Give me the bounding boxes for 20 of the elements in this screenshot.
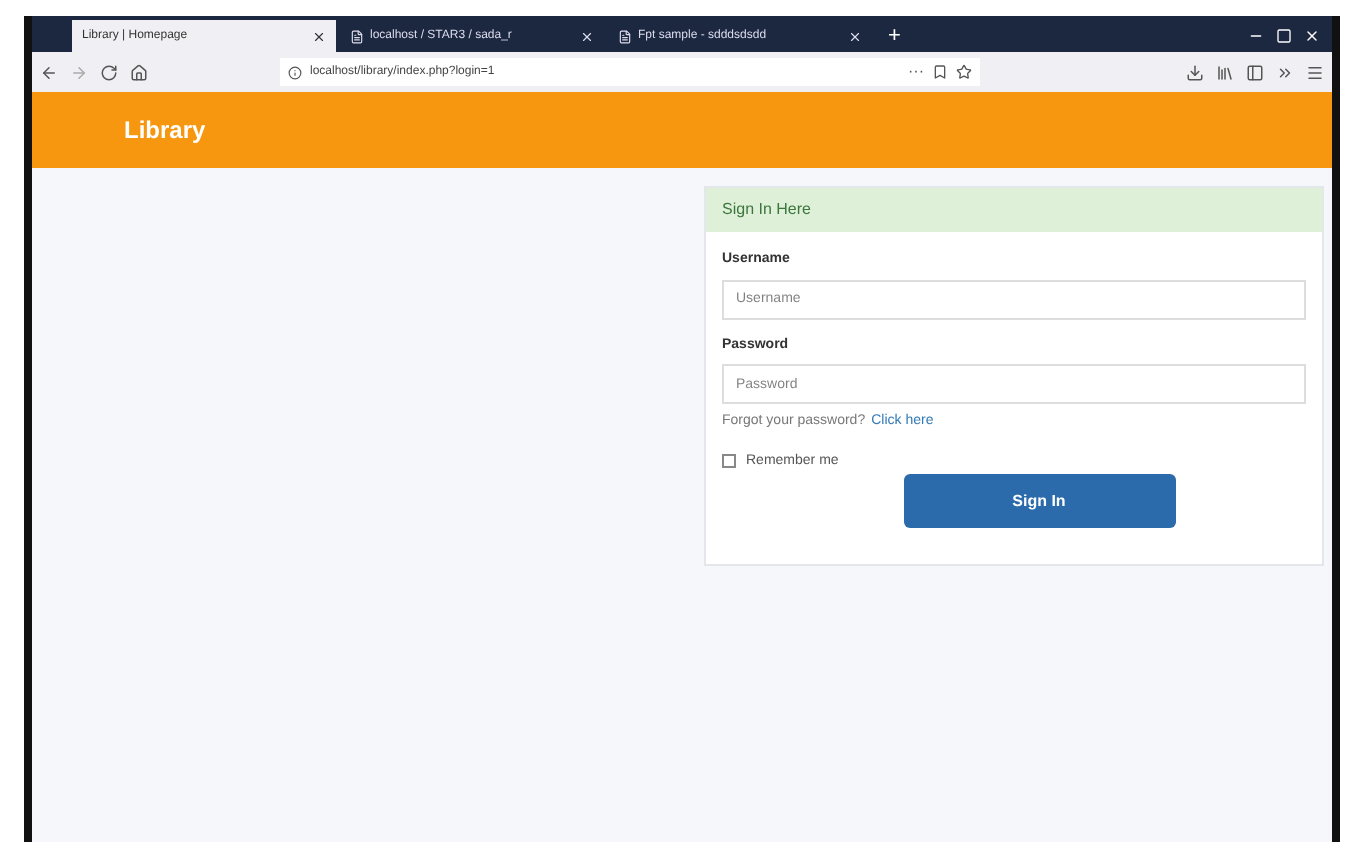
menu-icon[interactable] [1306,63,1324,81]
sidebar-icon[interactable] [1246,63,1264,81]
star-icon[interactable] [956,64,972,80]
download-icon[interactable] [1186,63,1204,81]
bookmark-icon[interactable] [932,64,948,80]
page-actions-button[interactable]: ··· [908,60,924,84]
page-icon [350,29,364,43]
sign-in-button[interactable]: Sign In [903,474,1175,528]
reload-icon[interactable] [100,63,118,81]
home-icon[interactable] [130,63,148,81]
card-title: Sign In Here [722,198,811,222]
close-icon[interactable] [312,29,326,43]
new-tab-button[interactable]: + [876,20,913,52]
maximize-icon[interactable] [1276,28,1292,44]
page-icon [618,29,632,43]
checkbox[interactable] [722,454,736,469]
info-icon [288,65,302,79]
library-icon[interactable] [1216,63,1234,81]
chevrons-icon[interactable] [1276,63,1294,81]
back-icon[interactable] [40,63,58,81]
